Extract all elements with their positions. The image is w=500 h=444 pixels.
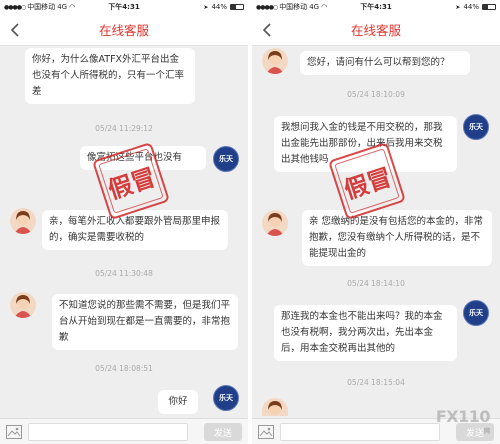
message-timestamp: 05/24 11:29:12 (95, 124, 153, 133)
message-timestamp: 05/24 18:10:09 (347, 90, 405, 99)
avatar-logo-text: 乐天 (469, 123, 483, 131)
user-avatar: 乐天 (463, 300, 489, 326)
battery-percent: 44% (211, 3, 227, 11)
location-icon: ➤ (203, 3, 209, 11)
wifi-icon: ◠ (69, 3, 76, 11)
carrier-label: 中国移动 (27, 3, 56, 11)
message-bubble: 那连我的本金也不能出来吗？我的本金也没有税啊，我分两次出，先出本金后，用本金交税… (274, 305, 457, 361)
status-bar: ●●●●○ 中国移动 4G ◠ 下午4:31 ➤ 44% (0, 0, 248, 14)
message-timestamp: 05/24 18:08:51 (95, 364, 153, 373)
battery-percent: 44% (463, 3, 479, 11)
user-avatar: 乐天 (463, 114, 489, 140)
watermark-sub: 网 (483, 428, 490, 435)
signal-icon: ●●●●○ (256, 3, 278, 11)
nav-bar: 在线客服 (0, 14, 248, 46)
page-title: 在线客服 (98, 23, 149, 38)
message-timestamp: 05/24 18:14:10 (347, 279, 405, 288)
chat-screen-left: ●●●●○ 中国移动 4G ◠ 下午4:31 ➤ 44% 在线客服 你好，为什么… (0, 0, 248, 444)
battery-fill (231, 5, 237, 9)
network-label: 4G (57, 3, 68, 11)
signal-icon: ●●●●○ (4, 3, 26, 11)
agent-avatar (262, 398, 288, 416)
location-icon: ➤ (455, 3, 461, 11)
image-upload-icon[interactable] (258, 425, 274, 439)
message-bubble: 你好，为什么像ATFX外汇平台出金也没有个人所得税的，只有一个汇率差 (25, 48, 195, 104)
message-bubble: 您好，请问有什么可以帮到您的？ (300, 51, 470, 75)
battery-icon (482, 4, 496, 10)
message-bubble: 亲，每笔外汇收入都要跟外管局那里申报的，确实是需要收税的 (42, 210, 228, 250)
message-timestamp: 05/24 18:15:04 (347, 378, 405, 387)
agent-avatar (10, 292, 36, 318)
message-input[interactable] (28, 423, 188, 441)
message-input[interactable] (280, 423, 440, 441)
agent-avatar (262, 210, 288, 236)
status-bar: ●●●●○ 中国移动 4G ◠ 下午4:31 ➤ 44% (252, 0, 500, 14)
chat-screen-right: ●●●●○ 中国移动 4G ◠ 下午4:31 ➤ 44% 在线客服 您好，请问有… (252, 0, 500, 444)
back-arrow-icon[interactable] (260, 22, 274, 38)
avatar-logo-text: 乐天 (219, 155, 233, 163)
agent-avatar (262, 48, 288, 74)
clock: 下午4:31 (108, 3, 140, 11)
agent-avatar (10, 208, 36, 234)
message-bubble: 亲 您缴纳的是没有包括您的本金的，非常抱歉，您没有缴纳个人所得税的话，是不能提现… (302, 210, 492, 266)
carrier-label: 中国移动 (279, 3, 308, 11)
avatar-logo-text: 乐天 (219, 394, 233, 402)
watermark-logo: FX110 网 (435, 407, 491, 435)
back-arrow-icon[interactable] (8, 22, 22, 38)
user-avatar: 乐天 (213, 385, 239, 411)
network-label: 4G (309, 3, 320, 11)
message-timestamp: 05/24 11:30:48 (95, 269, 153, 278)
message-bubble: 不知道您说的那些需不需要，但是我们平台从开始到现在都是一直需要的，非常抱歉 (52, 294, 238, 350)
user-avatar: 乐天 (213, 146, 239, 172)
battery-icon (230, 4, 244, 10)
message-bubble: 你好 (158, 390, 198, 414)
send-button[interactable]: 发送 (204, 423, 242, 441)
avatar-logo-text: 乐天 (469, 309, 483, 317)
page-title: 在线客服 (350, 23, 401, 38)
clock: 下午4:31 (360, 3, 392, 11)
image-upload-icon[interactable] (6, 425, 22, 439)
battery-fill (483, 5, 489, 9)
watermark-brand: FX110 (435, 407, 491, 426)
input-bar: 发送 (0, 418, 248, 444)
wifi-icon: ◠ (321, 3, 328, 11)
nav-bar: 在线客服 (252, 14, 500, 46)
